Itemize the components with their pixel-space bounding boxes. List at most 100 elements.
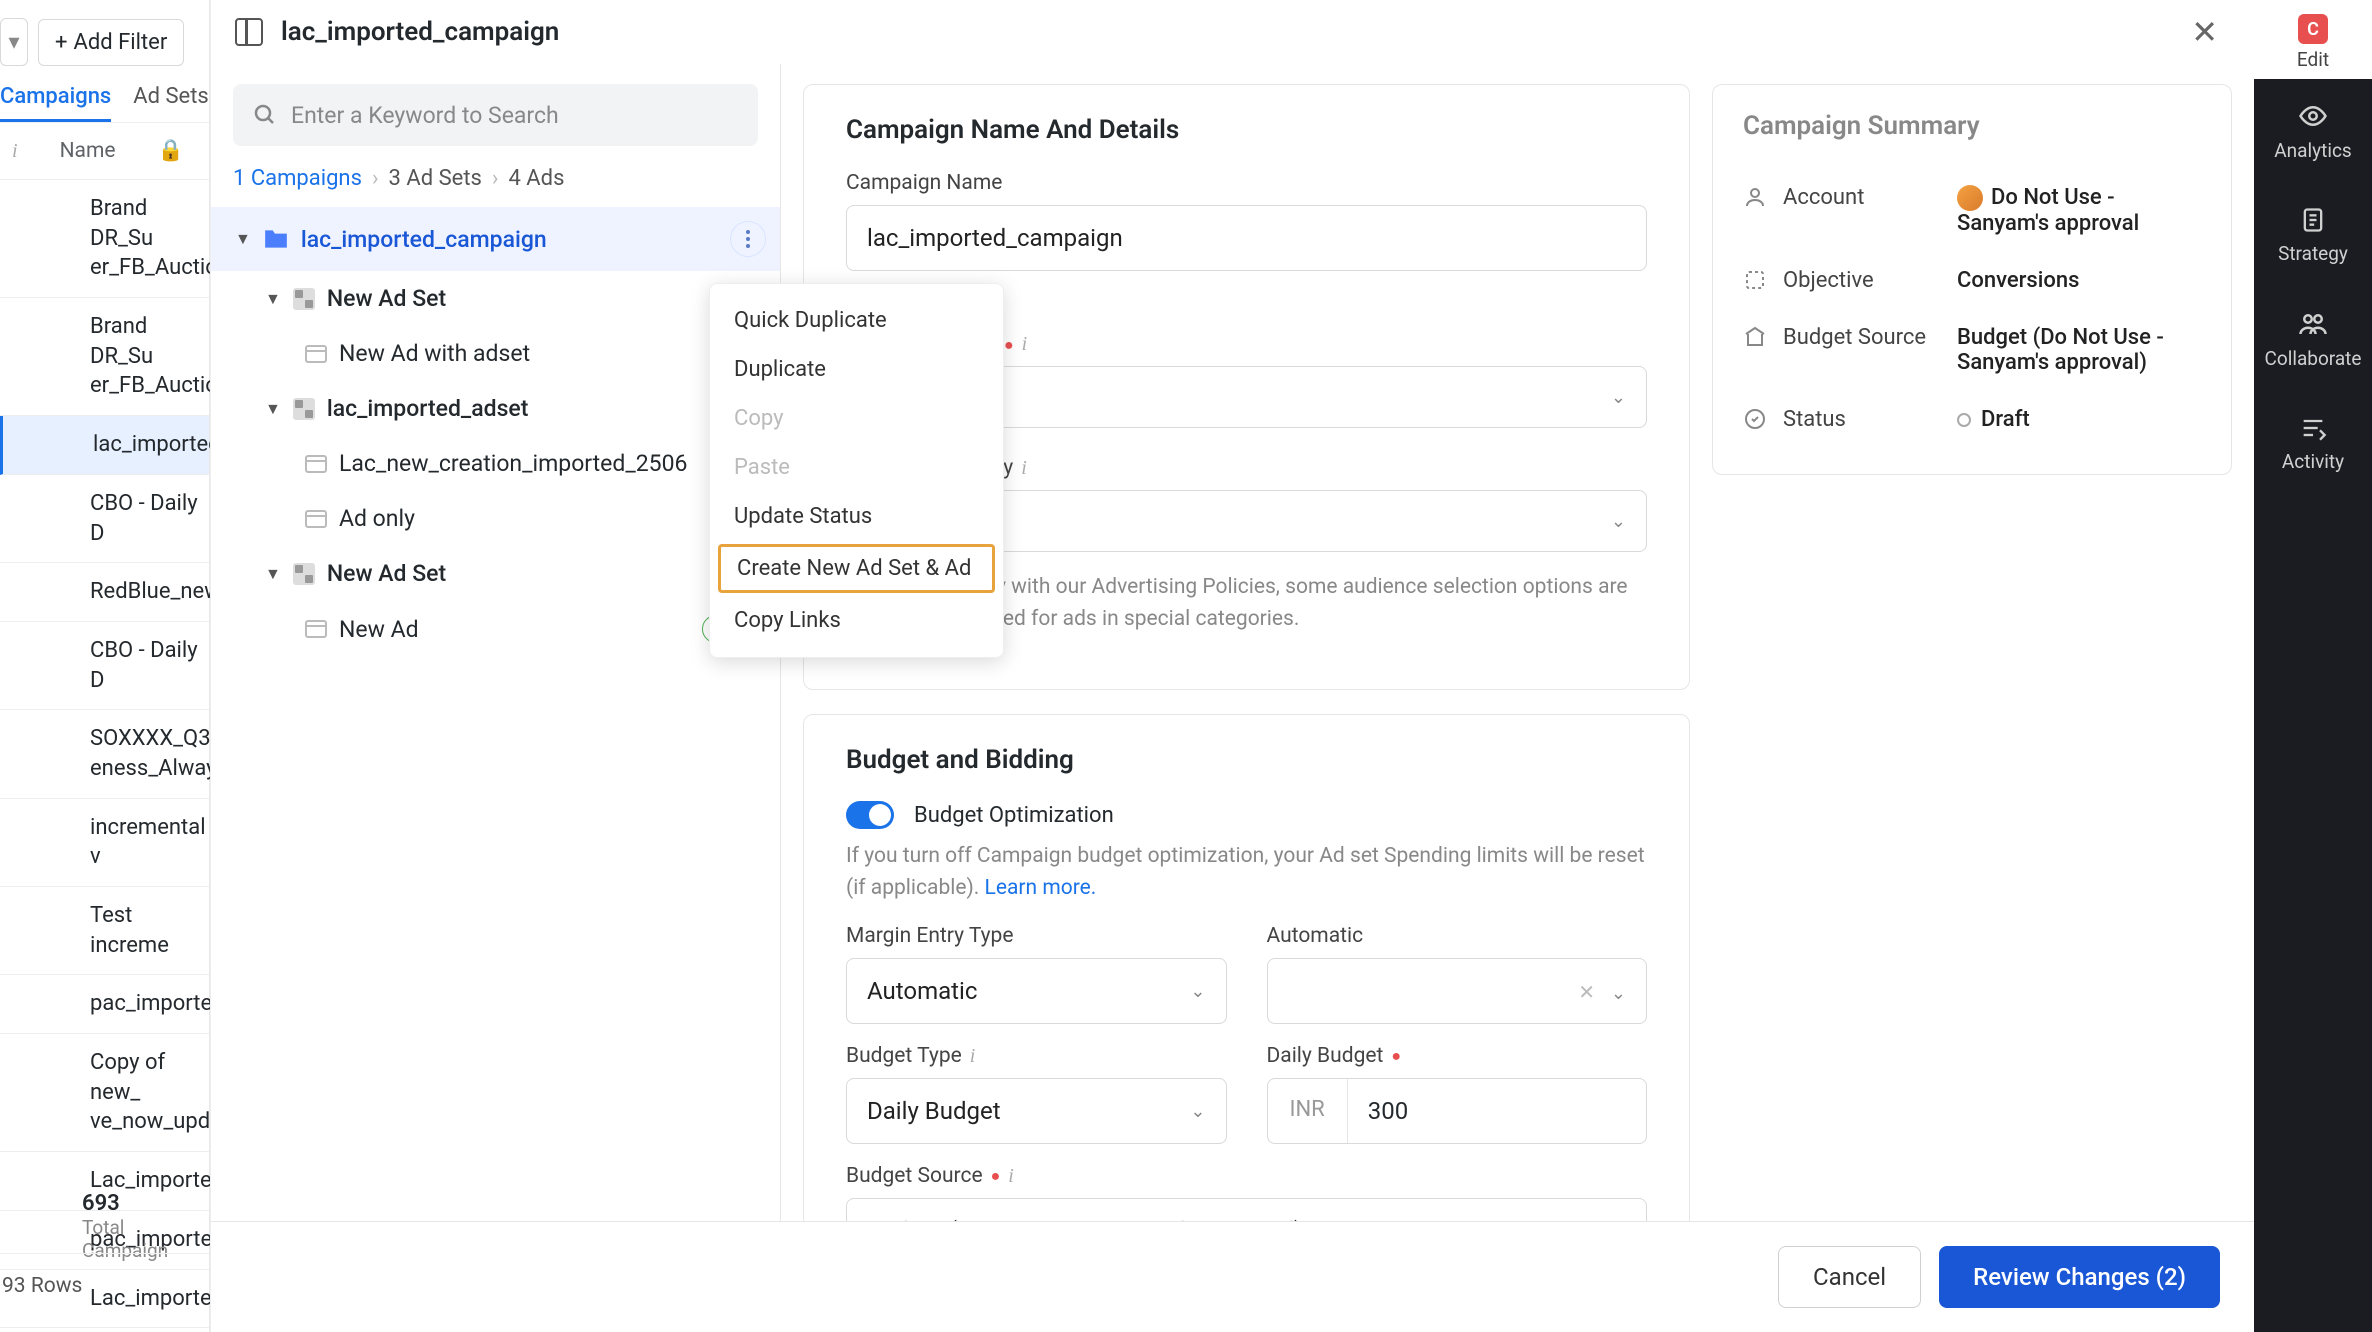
bg-row-label[interactable]: RedBlue_new: [0, 577, 199, 607]
caret-down-icon[interactable]: ▼: [265, 289, 281, 309]
margin-entry-select[interactable]: Automatic ⌄: [846, 958, 1227, 1024]
caret-down-icon[interactable]: ▼: [235, 229, 251, 249]
info-icon: i: [1021, 457, 1027, 480]
caret-down-icon[interactable]: ▼: [265, 399, 281, 419]
ad-icon: [305, 345, 327, 363]
tree-adset-row[interactable]: ▼ New Ad Set: [211, 271, 780, 326]
review-changes-button[interactable]: Review Changes (2): [1939, 1246, 2220, 1308]
required-icon: ●: [991, 1166, 1001, 1186]
tab-campaigns[interactable]: Campaigns: [0, 84, 111, 122]
menu-paste: Paste: [710, 443, 1003, 492]
required-icon: ●: [1391, 1046, 1401, 1066]
bg-row-label[interactable]: CBO - Daily D: [0, 489, 199, 548]
currency-prefix: INR: [1268, 1079, 1348, 1143]
campaign-name-input[interactable]: [846, 205, 1647, 271]
summary-objective-label: Objective: [1783, 268, 1943, 293]
budget-source-icon: [1743, 325, 1769, 349]
tree-adset-row[interactable]: ▼ New Ad Set: [211, 546, 780, 601]
bg-row-label[interactable]: lac_imported: [3, 430, 199, 460]
tree-ad-row[interactable]: Ad only: [211, 491, 780, 546]
bg-row-label[interactable]: Copy of new_ ve_now_upda: [0, 1048, 199, 1137]
filter-dropdown[interactable]: ▾: [0, 18, 28, 66]
tree-adset-label: lac_imported_adset: [327, 395, 772, 422]
summary-objective-value: Conversions: [1957, 268, 2201, 293]
edit-mode-button[interactable]: C Edit: [2254, 0, 2372, 79]
caret-down-icon[interactable]: ▼: [265, 564, 281, 584]
add-filter-button[interactable]: + Add Filter: [38, 19, 184, 66]
adset-icon: [293, 398, 315, 420]
info-icon: i: [12, 140, 18, 163]
activity-icon: [2254, 414, 2372, 442]
search-input[interactable]: [291, 102, 738, 129]
nav-activity[interactable]: Activity: [2254, 392, 2372, 495]
nav-analytics[interactable]: Analytics: [2254, 79, 2372, 184]
search-icon: [253, 103, 277, 127]
budget-optimization-toggle[interactable]: [846, 801, 894, 829]
automatic-select[interactable]: ✕ ⌄: [1267, 958, 1648, 1024]
tree-ad-label: New Ad: [339, 616, 690, 643]
column-name: Name: [60, 139, 116, 163]
cancel-button[interactable]: Cancel: [1778, 1246, 1921, 1308]
daily-budget-input[interactable]: INR 300: [1267, 1078, 1648, 1144]
chevron-down-icon: ⌄: [1190, 981, 1205, 1002]
bg-row-label[interactable]: pac_imported: [0, 989, 199, 1019]
menu-quick-duplicate[interactable]: Quick Duplicate: [710, 296, 1003, 345]
budget-type-label: Budget Type: [846, 1044, 962, 1068]
tree-ad-label: New Ad with adset: [339, 340, 772, 367]
plus-icon: +: [55, 30, 67, 55]
bg-list: Brand DR_Su er_FB_Auctio Brand DR_Su er_…: [0, 180, 209, 1328]
document-icon: [2254, 206, 2372, 234]
bg-row-label[interactable]: Brand DR_Su er_FB_Auctio: [0, 312, 199, 401]
search-box[interactable]: [233, 84, 758, 146]
chevron-down-icon: ▾: [8, 30, 19, 55]
tree-adset-label: New Ad Set: [327, 285, 772, 312]
clear-icon[interactable]: ✕: [1578, 980, 1595, 1004]
menu-update-status[interactable]: Update Status: [710, 492, 1003, 541]
chevron-down-icon: ⌄: [1611, 511, 1626, 532]
folder-icon: [263, 228, 289, 250]
side-panel-icon[interactable]: [235, 18, 263, 46]
summary-budget-label: Budget Source: [1783, 325, 1943, 350]
menu-duplicate[interactable]: Duplicate: [710, 345, 1003, 394]
nav-collaborate[interactable]: Collaborate: [2254, 287, 2372, 392]
daily-budget-value[interactable]: 300: [1348, 1079, 1646, 1143]
objective-icon: [1743, 268, 1769, 292]
budget-type-select[interactable]: Daily Budget ⌄: [846, 1078, 1227, 1144]
breadcrumb-adsets[interactable]: 3 Ad Sets: [389, 166, 482, 191]
budget-source-label: Budget Source: [846, 1164, 983, 1188]
bg-row-label[interactable]: incremental v: [0, 813, 199, 872]
automatic-label: Automatic: [1267, 924, 1648, 948]
bg-row-label[interactable]: CBO - Daily D: [0, 636, 199, 695]
tree-campaign-row[interactable]: ▼ lac_imported_campaign: [211, 207, 780, 271]
breadcrumb-campaigns[interactable]: 1 Campaigns: [233, 166, 362, 191]
tree-ad-row[interactable]: Lac_new_creation_imported_2506: [211, 436, 780, 491]
nav-strategy[interactable]: Strategy: [2254, 184, 2372, 287]
special-category-help: y with our Advertising Policies, some au…: [996, 572, 1647, 635]
add-filter-label: Add Filter: [73, 30, 167, 55]
rows-footer: 93 Rows: [0, 1253, 209, 1318]
bg-row-label[interactable]: Test increme: [0, 901, 199, 960]
ad-icon: [305, 510, 327, 528]
tab-adsets[interactable]: Ad Sets: [133, 84, 209, 122]
tree-ad-row[interactable]: New Ad NEW: [211, 601, 780, 657]
tree-campaign-label: lac_imported_campaign: [301, 226, 718, 253]
tree-ad-row[interactable]: New Ad with adset: [211, 326, 780, 381]
tree-ad-label: Lac_new_creation_imported_2506: [339, 450, 772, 477]
menu-copy-links[interactable]: Copy Links: [710, 596, 1003, 645]
daily-budget-label: Daily Budget: [1267, 1044, 1384, 1068]
campaign-actions-button[interactable]: [730, 221, 766, 257]
learn-more-link[interactable]: Learn more.: [985, 876, 1097, 900]
menu-create-new-adset-ad[interactable]: Create New Ad Set & Ad: [718, 544, 995, 593]
info-icon: i: [970, 1045, 976, 1068]
bg-row-label[interactable]: Brand DR_Su er_FB_Auctio: [0, 194, 199, 283]
close-button[interactable]: ✕: [2185, 10, 2224, 54]
bg-row-label[interactable]: SOXXXX_Q3F eness_Always: [0, 724, 199, 783]
tree-adset-row[interactable]: ▼ lac_imported_adset: [211, 381, 780, 436]
breadcrumb-ads[interactable]: 4 Ads: [508, 166, 564, 191]
budget-source-select[interactable]: Budget (Do Not Use - Sanyam's approval) …: [846, 1198, 1647, 1221]
status-indicator-icon: [1957, 413, 1971, 427]
chevron-down-icon: ⌄: [1190, 1101, 1205, 1122]
menu-copy: Copy: [710, 394, 1003, 443]
chevron-down-icon: ⌄: [1611, 983, 1626, 1004]
adset-icon: [293, 288, 315, 310]
